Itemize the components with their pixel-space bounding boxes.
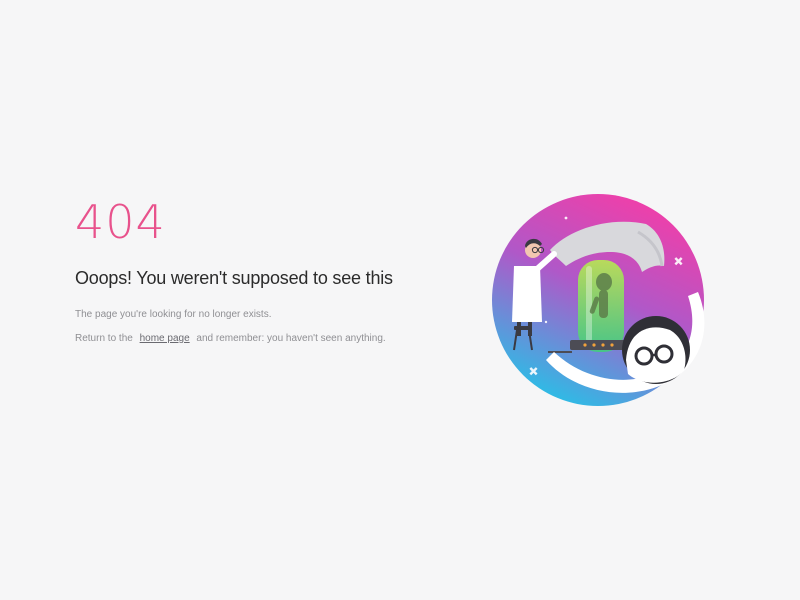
- return-message: Return to the home page and remember: yo…: [75, 332, 455, 346]
- scientist-lab-icon: [492, 194, 705, 406]
- error-content: 404 Ooops! You weren't supposed to see t…: [75, 196, 455, 346]
- error-page: 404 Ooops! You weren't supposed to see t…: [0, 0, 800, 600]
- error-message: The page you're looking for no longer ex…: [75, 309, 272, 320]
- home-page-link[interactable]: home page: [140, 333, 190, 344]
- return-prefix: Return to the: [75, 333, 133, 344]
- error-code: 404: [75, 195, 166, 249]
- error-headline: Ooops! You weren't supposed to see this: [75, 268, 393, 288]
- scientist-face: [622, 316, 690, 384]
- return-suffix: and remember: you haven't seen anything.: [196, 333, 386, 344]
